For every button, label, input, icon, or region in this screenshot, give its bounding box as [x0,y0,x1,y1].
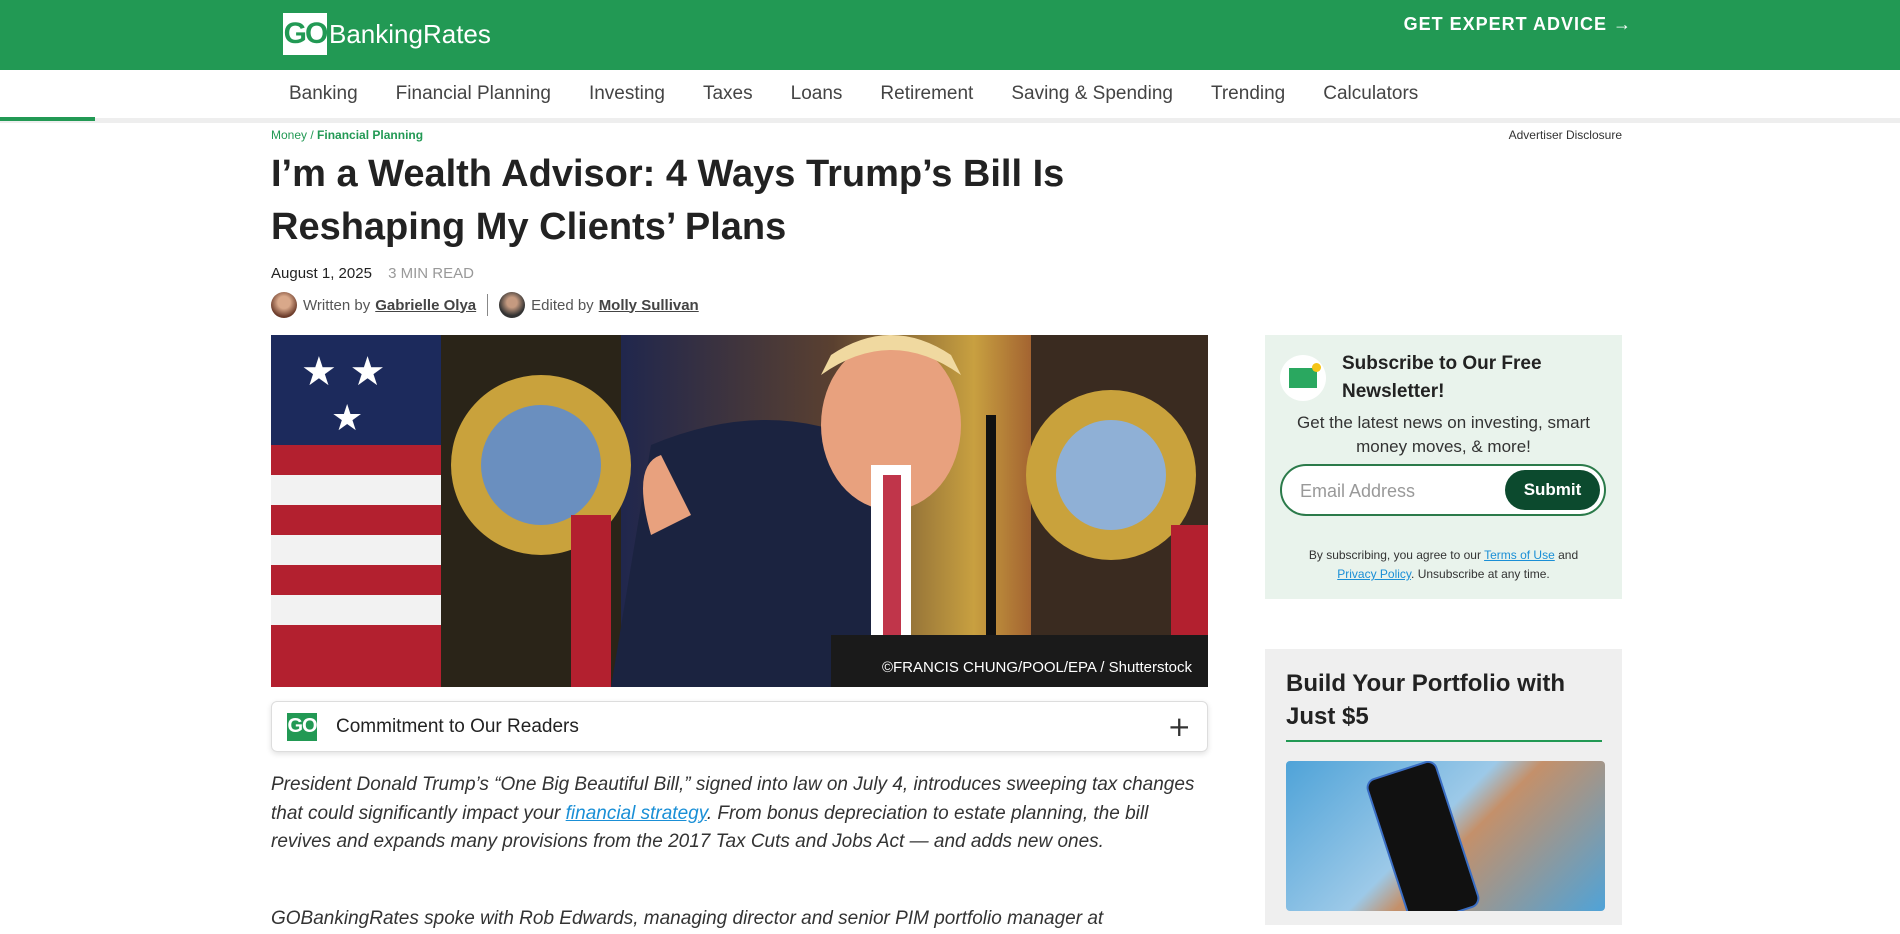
newsletter-description: Get the latest news on investing, smart … [1297,413,1590,456]
article-meta: August 1, 2025 3 MIN READ [271,265,474,282]
breadcrumb-current[interactable]: Financial Planning [317,128,423,142]
plus-icon[interactable]: + [1168,710,1191,743]
promo-title: Build Your Portfolio with Just $5 [1286,670,1566,730]
terms-of-use-link[interactable]: Terms of Use [1484,548,1555,562]
byline-divider [487,294,489,316]
financial-strategy-link[interactable]: financial strategy [566,803,707,824]
article-intro-paragraph: President Donald Trump’s “One Big Beauti… [271,771,1211,857]
site-header: GO BankingRates GET EXPERT ADVICE → [0,0,1900,70]
promo-image [1286,761,1605,911]
privacy-policy-link[interactable]: Privacy Policy [1337,567,1411,581]
nav-item-trending[interactable]: Trending [1211,83,1285,105]
breadcrumb: Money / Financial Planning [271,128,423,142]
newsletter-legal: By subscribing, you agree to our Terms o… [1280,546,1607,584]
hero-photo-illustration: ★ ★ ★ [271,335,1208,687]
image-credit: ©FRANCIS CHUNG/POOL/EPA / Shutterstock [881,659,1192,676]
edited-by-label: Edited by [531,296,594,314]
site-logo[interactable]: GO BankingRates [283,13,491,55]
newsletter-box: Subscribe to Our Free Newsletter! Get th… [1265,335,1622,599]
envelope-icon [1280,355,1326,401]
nav-item-loans[interactable]: Loans [791,83,843,105]
written-by-label: Written by [303,296,371,314]
byline: Written by Gabrielle Olya Edited by Moll… [271,292,699,318]
legal-text-before: By subscribing, you agree to our [1308,548,1485,562]
nav-item-saving-spending[interactable]: Saving & Spending [1011,83,1173,105]
commitment-logo: GO [287,712,318,741]
editor-avatar [499,292,526,318]
newsletter-title: Subscribe to Our Free Newsletter! [1342,353,1542,402]
publish-date: August 1, 2025 [271,265,372,282]
breadcrumb-root[interactable]: Money [271,128,307,142]
legal-text-after: . Unsubscribe at any time. [1411,567,1550,581]
advertiser-disclosure-link[interactable]: Advertiser Disclosure [1509,128,1622,142]
read-time: 3 MIN READ [388,265,474,282]
promo-divider [1286,740,1602,742]
nav-item-calculators[interactable]: Calculators [1323,83,1418,105]
svg-text:★: ★ [331,398,363,439]
nav-item-investing[interactable]: Investing [589,83,665,105]
email-input[interactable] [1298,476,1492,506]
nav-item-taxes[interactable]: Taxes [703,83,753,105]
get-expert-advice-link[interactable]: GET EXPERT ADVICE → [1404,14,1632,35]
author-link[interactable]: Gabrielle Olya [375,297,476,314]
nav-item-financial-planning[interactable]: Financial Planning [396,83,551,105]
editor-link[interactable]: Molly Sullivan [599,297,699,314]
article-paragraph: GOBankingRates spoke with Rob Edwards, m… [271,908,1104,929]
reading-progress-fill [0,117,95,121]
phone-illustration [1364,761,1482,911]
portfolio-promo[interactable]: Build Your Portfolio with Just $5 [1265,649,1622,925]
legal-text-and: and [1554,548,1579,562]
nav-item-banking[interactable]: Banking [289,83,358,105]
submit-button[interactable]: Submit [1505,470,1600,510]
commitment-accordion[interactable]: GO Commitment to Our Readers + [271,701,1208,752]
main-nav: Banking Financial Planning Investing Tax… [0,70,1900,123]
logo-mark: GO [283,13,328,55]
newsletter-form: Submit [1280,464,1606,516]
hero-image: ★ ★ ★ ©FRANCIS CHUNG/POOL/EPA / Shutters… [271,335,1208,687]
svg-text:★ ★: ★ ★ [301,349,385,395]
logo-text: BankingRates [329,18,491,49]
author-avatar [271,292,297,318]
breadcrumb-separator: / [307,128,318,142]
reading-progress-bar [0,117,1900,121]
article-title: I’m a Wealth Advisor: 4 Ways Trump’s Bil… [271,153,1065,248]
nav-item-retirement[interactable]: Retirement [880,83,973,105]
commitment-label: Commitment to Our Readers [336,715,579,737]
